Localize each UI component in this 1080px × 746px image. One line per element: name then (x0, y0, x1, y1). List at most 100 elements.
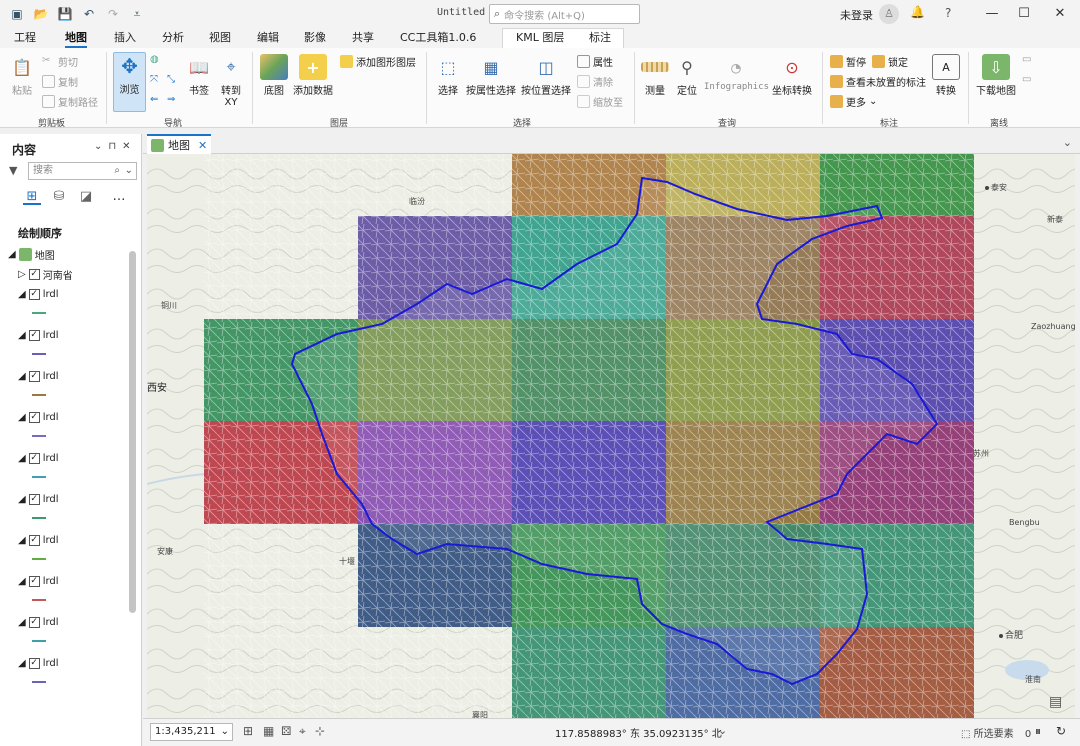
expand-icon[interactable]: ◢ (18, 371, 26, 382)
more-options-icon[interactable]: … (110, 189, 128, 205)
select-button[interactable]: ⬚ 选择 (434, 54, 462, 98)
scale-selector[interactable]: 1:3,435,211 ⌄ (150, 723, 233, 741)
layer-lrdl[interactable]: ◢ ✓ lrdl (18, 289, 59, 300)
select-by-location-button[interactable]: ◫ 按位置选择 (520, 54, 572, 98)
copy-path-button[interactable]: 复制路径 (42, 94, 98, 109)
user-avatar-icon[interactable]: ♙ (879, 4, 899, 24)
save-icon[interactable]: 💾 (54, 4, 76, 24)
attributes-button[interactable]: 属性 (577, 54, 613, 69)
convert-coordinates-button[interactable]: ⊙ 坐标转换 (770, 54, 814, 98)
map-view[interactable]: 泰安 新泰 临汾 铜川 西安 Zaozhuang 苏州 Bengbu 安康 十堰… (147, 154, 1075, 718)
tab-imagery[interactable]: 影像 (304, 28, 326, 48)
measure-button[interactable]: 测量 (641, 54, 669, 97)
catalog-button-icon[interactable]: ▤ (1049, 694, 1062, 710)
help-icon[interactable]: ? (945, 6, 951, 20)
tab-overflow-icon[interactable]: ⌄ (1063, 136, 1072, 149)
next-extent-icon[interactable]: ⇒ (167, 94, 175, 105)
convert-labels-button[interactable]: A 转换 (932, 54, 960, 97)
contents-search-input[interactable]: 搜索 ⌕ ⌄ (28, 162, 137, 180)
basemap-button[interactable]: 底图 (259, 54, 289, 97)
layer-visibility-checkbox[interactable]: ✓ (28, 535, 40, 546)
copy-button[interactable]: 复制 (42, 74, 78, 89)
contents-scrollbar[interactable] (129, 251, 136, 613)
layer-symbol[interactable] (32, 312, 46, 314)
close-icon[interactable]: ✕ (1048, 4, 1072, 24)
pane-controls[interactable]: ⌄⊓✕ (94, 141, 137, 152)
remove-offline-icon[interactable]: ▭ (1022, 74, 1031, 85)
filter-icon[interactable]: ▼ (9, 164, 17, 177)
command-search-input[interactable]: ⌕ 命令搜索 (Alt+Q) (489, 4, 640, 24)
drawing-order-view-icon[interactable]: ⊞ (23, 189, 41, 205)
tab-insert[interactable]: 插入 (114, 28, 136, 48)
layer-lrdl[interactable]: ◢ ✓ lrdl (18, 494, 59, 505)
tab-project[interactable]: 工程 (14, 28, 36, 48)
zoom-to-selection-button[interactable]: 缩放至 (577, 94, 623, 109)
chevron-down-icon[interactable]: ⌄ (125, 163, 133, 179)
layer-lrdl[interactable]: ◢ ✓ lrdl (18, 617, 59, 628)
clear-selection-button[interactable]: 清除 (577, 74, 613, 89)
pause-labels-button[interactable]: 暂停 (830, 54, 866, 69)
layer-lrdl[interactable]: ◢ ✓ lrdl (18, 453, 59, 464)
snapping-icon[interactable]: ⚄ (281, 724, 291, 738)
expand-icon[interactable]: ◢ (18, 658, 26, 669)
expand-icon[interactable]: ◢ (18, 453, 26, 464)
fixed-zoom-out-icon[interactable]: ⤡ (167, 74, 175, 85)
map-view-tab[interactable]: 地图 ✕ (147, 134, 211, 154)
tab-cc-toolbox[interactable]: CC工具箱1.0.6 (400, 28, 476, 48)
tab-analysis[interactable]: 分析 (162, 28, 184, 48)
expand-icon[interactable]: ◢ (18, 412, 26, 423)
close-tab-icon[interactable]: ✕ (198, 139, 207, 152)
paste-button[interactable]: 📋 粘贴 (6, 54, 38, 98)
customize-qat-icon[interactable]: ⩡ (126, 4, 148, 24)
minimize-icon[interactable]: — (980, 4, 1004, 24)
layer-symbol[interactable] (32, 517, 46, 519)
expand-icon[interactable]: ◢ (18, 576, 26, 587)
layer-visibility-checkbox[interactable]: ✓ (28, 371, 40, 382)
layer-symbol[interactable] (32, 599, 46, 601)
bookmarks-button[interactable]: 📖 书签 (185, 54, 213, 98)
view-unplaced-button[interactable]: 查看未放置的标注 (830, 74, 926, 89)
layer-lrdl[interactable]: ◢ ✓ lrdl (18, 535, 59, 546)
goto-xy-button[interactable]: ⌖ 转到 XY (216, 54, 246, 108)
layer-symbol[interactable] (32, 394, 46, 396)
add-graphics-layer-button[interactable]: 添加图形图层 (340, 54, 416, 69)
more-labeling-button[interactable]: 更多 ⌄ (830, 94, 877, 109)
maximize-icon[interactable]: ☐ (1012, 4, 1036, 24)
notification-icon[interactable]: 🔔 (910, 5, 925, 19)
expand-icon[interactable]: ◢ (18, 617, 26, 628)
refresh-icon[interactable]: ↻ (1053, 723, 1069, 739)
crosshair-icon[interactable]: ⌖ (299, 724, 306, 739)
tab-view[interactable]: 视图 (209, 28, 231, 48)
expand-icon[interactable]: ◢ (18, 289, 26, 300)
layer-visibility-checkbox[interactable]: ✓ (28, 658, 40, 669)
cut-button[interactable]: ✂ 剪切 (42, 54, 78, 69)
expand-icon[interactable]: ◢ (8, 249, 16, 260)
add-data-button[interactable]: + 添加数据 (292, 54, 334, 97)
tab-share[interactable]: 共享 (352, 28, 374, 48)
layer-henan[interactable]: ▷ ✓ 河南省 (18, 267, 73, 282)
layer-symbol[interactable] (32, 476, 46, 478)
layer-lrdl[interactable]: ◢ ✓ lrdl (18, 576, 59, 587)
layer-symbol[interactable] (32, 435, 46, 437)
grid-icon[interactable]: ⊞ (243, 724, 253, 738)
open-icon[interactable]: 📂 (30, 4, 52, 24)
layer-lrdl[interactable]: ◢ ✓ lrdl (18, 658, 59, 669)
tab-labeling[interactable]: 标注 (589, 28, 611, 48)
layer-visibility-checkbox[interactable]: ✓ (28, 269, 40, 280)
layer-lrdl[interactable]: ◢ ✓ lrdl (18, 330, 59, 341)
undo-icon[interactable]: ↶ (78, 4, 100, 24)
fixed-zoom-in-icon[interactable]: ⤧ (150, 74, 158, 85)
map-item[interactable]: ◢ 地图 (8, 247, 55, 262)
constraint-icon[interactable]: ⊹ (315, 724, 325, 738)
layer-visibility-checkbox[interactable]: ✓ (28, 576, 40, 587)
layer-lrdl[interactable]: ◢ ✓ lrdl (18, 412, 59, 423)
data-source-view-icon[interactable]: ⛁ (50, 189, 68, 205)
infographics-button[interactable]: ◔ Infographics (704, 54, 769, 93)
download-map-button[interactable]: ⇩ 下载地图 (974, 54, 1018, 97)
lock-labels-button[interactable]: 锁定 (872, 54, 908, 69)
layer-symbol[interactable] (32, 353, 46, 355)
chevron-down-icon[interactable]: ⌄ (718, 724, 727, 737)
sync-icon[interactable]: ▭ (1022, 54, 1031, 65)
expand-icon[interactable]: ◢ (18, 494, 26, 505)
previous-extent-icon[interactable]: ⇐ (150, 94, 158, 105)
